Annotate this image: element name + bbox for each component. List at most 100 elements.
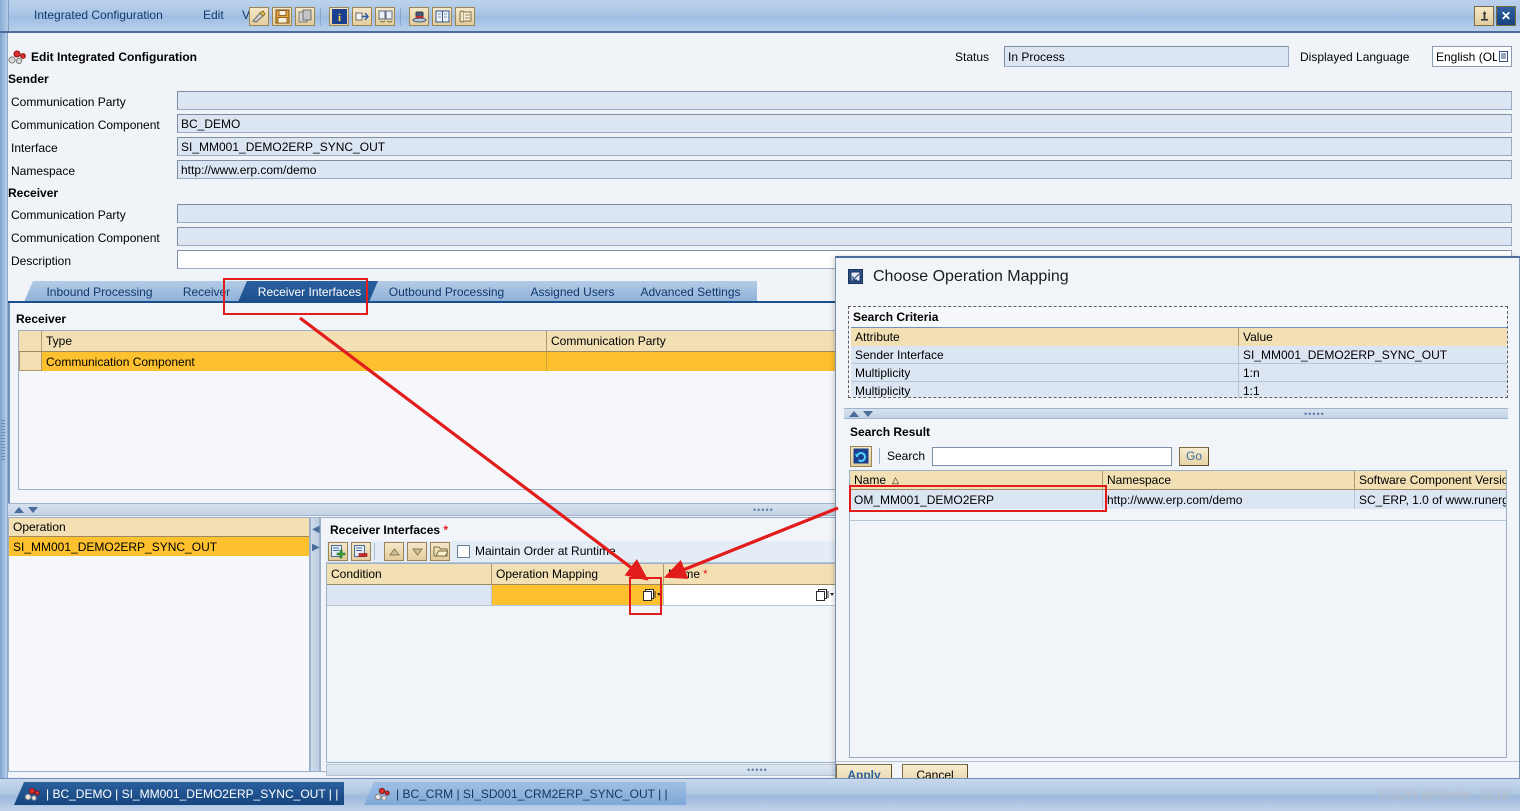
result-header-scv-label: Software Component Version bbox=[1359, 473, 1507, 487]
dialog-splitter-grip[interactable]: ••••• bbox=[1304, 409, 1325, 419]
delete-row-icon[interactable] bbox=[351, 542, 371, 561]
ri-splitter-grip[interactable]: ••••• bbox=[747, 765, 768, 775]
window-side-rail bbox=[0, 33, 8, 778]
maintain-order-checkbox-row[interactable]: Maintain Order at Runtime bbox=[457, 544, 616, 558]
operation-column-header-label: Operation bbox=[13, 520, 66, 534]
splitter-collapse-up-icon[interactable] bbox=[14, 507, 24, 513]
tab-outbound-processing[interactable]: Outbound Processing bbox=[369, 281, 521, 302]
maintain-order-checkbox[interactable] bbox=[457, 544, 470, 558]
wrench-pencil-icon[interactable] bbox=[249, 7, 269, 26]
move-down-icon[interactable] bbox=[407, 542, 427, 561]
pin-icon[interactable] bbox=[1474, 6, 1494, 26]
sender-namespace-field[interactable] bbox=[177, 160, 1512, 179]
save-icon[interactable] bbox=[272, 7, 292, 26]
list-item[interactable]: SI_MM001_DEMO2ERP_SYNC_OUT bbox=[9, 537, 309, 556]
result-cell-namespace[interactable]: http://www.erp.com/demo bbox=[1103, 490, 1355, 509]
ri-header-operation-mapping-label: Operation Mapping bbox=[496, 567, 599, 581]
page-title-label: Edit Integrated Configuration bbox=[31, 49, 197, 64]
search-result-heading: Search Result bbox=[850, 425, 931, 439]
receiver-panel-heading: Receiver bbox=[16, 312, 67, 326]
table-row[interactable]: Sender Interface SI_MM001_DEMO2ERP_SYNC_… bbox=[851, 346, 1507, 364]
sender-communication-component-field[interactable] bbox=[177, 114, 1512, 133]
search-criteria-header-value[interactable]: Value bbox=[1239, 328, 1507, 347]
receiver-grid-header-communication-party-label: Communication Party bbox=[551, 334, 666, 348]
search-criteria-header-attribute[interactable]: Attribute bbox=[851, 328, 1239, 347]
info-icon[interactable]: i bbox=[329, 7, 349, 26]
taskbar: | BC_DEMO | SI_MM001_DEMO2ERP_SYNC_OUT |… bbox=[0, 778, 1520, 811]
compare-icon[interactable] bbox=[375, 7, 395, 26]
search-input[interactable] bbox=[932, 446, 1173, 466]
required-marker: * bbox=[443, 523, 449, 537]
value-help-icon[interactable] bbox=[1497, 50, 1511, 63]
receiver-communication-component-field[interactable] bbox=[177, 227, 1512, 246]
receiver-description-label: Description bbox=[11, 254, 72, 268]
sender-communication-party-field[interactable] bbox=[177, 91, 1512, 110]
sender-namespace-label: Namespace bbox=[11, 164, 76, 178]
sender-communication-component-label: Communication Component bbox=[11, 118, 160, 132]
menu-integrated-configuration[interactable]: Integrated Configuration bbox=[34, 8, 163, 22]
close-icon[interactable]: ✕ bbox=[1496, 6, 1516, 26]
move-up-icon[interactable] bbox=[384, 542, 404, 561]
ri-header-name[interactable]: Name * bbox=[664, 564, 837, 585]
menu-edit[interactable]: Edit bbox=[203, 8, 224, 22]
copy-icon[interactable] bbox=[295, 7, 315, 26]
dialog-splitter-up-icon[interactable] bbox=[849, 411, 859, 417]
value-help-icon[interactable] bbox=[815, 588, 836, 602]
result-cell-scv[interactable]: SC_ERP, 1.0 of www.runergy bbox=[1355, 490, 1507, 509]
criteria-value-1: 1:n bbox=[1239, 364, 1507, 382]
navigate-icon[interactable] bbox=[352, 7, 372, 26]
table-row[interactable]: Multiplicity 1:1 bbox=[851, 382, 1507, 397]
status-field[interactable] bbox=[1004, 46, 1289, 67]
criteria-value-2-label: 1:1 bbox=[1243, 384, 1260, 397]
rail-grip[interactable] bbox=[1, 420, 5, 460]
search-toolbar-separator bbox=[879, 448, 880, 464]
receiver-grid-header-type-label: Type bbox=[46, 334, 73, 348]
tab-assigned-users[interactable]: Assigned Users bbox=[512, 281, 630, 302]
dialog-splitter-down-icon[interactable] bbox=[863, 411, 873, 417]
displayed-language-field[interactable]: English (OL) bbox=[1432, 46, 1512, 67]
ri-cell-name[interactable] bbox=[664, 585, 837, 606]
receiver-grid-header-type[interactable]: Type bbox=[42, 331, 547, 352]
result-header-scv[interactable]: Software Component Version bbox=[1355, 471, 1507, 490]
refresh-icon[interactable] bbox=[850, 445, 872, 467]
taskbar-item-bc-crm[interactable]: | BC_CRM | SI_SD001_CRM2ERP_SYNC_OUT | | bbox=[364, 782, 686, 805]
splitter-collapse-down-icon[interactable] bbox=[28, 507, 38, 513]
ri-cell-condition[interactable] bbox=[327, 585, 492, 606]
molecule-icon bbox=[24, 787, 40, 801]
search-criteria-heading: Search Criteria bbox=[853, 310, 939, 324]
operation-panel: Operation SI_MM001_DEMO2ERP_SYNC_OUT bbox=[8, 517, 310, 772]
add-row-icon[interactable] bbox=[328, 542, 348, 561]
receiver-heading: Receiver bbox=[8, 186, 59, 200]
receiver-grid-header-select[interactable] bbox=[19, 331, 42, 352]
receiver-row-type[interactable]: Communication Component bbox=[42, 352, 547, 371]
go-button[interactable]: Go bbox=[1179, 446, 1210, 466]
ri-header-condition[interactable]: Condition bbox=[327, 564, 492, 585]
dialog-splitter[interactable]: ••••• bbox=[844, 408, 1508, 419]
scroll-icon[interactable] bbox=[455, 7, 475, 26]
splitter-grip[interactable]: ••••• bbox=[753, 505, 774, 515]
criteria-value-2: 1:1 bbox=[1239, 382, 1507, 397]
tab-outbound-processing-label: Outbound Processing bbox=[388, 284, 505, 299]
criteria-value-0: SI_MM001_DEMO2ERP_SYNC_OUT bbox=[1239, 346, 1507, 364]
tab-inbound-processing[interactable]: Inbound Processing bbox=[24, 281, 172, 302]
receiver-communication-party-field[interactable] bbox=[177, 204, 1512, 223]
result-cell-namespace-label: http://www.erp.com/demo bbox=[1107, 492, 1243, 507]
go-button-label: Go bbox=[1186, 449, 1203, 463]
taskbar-item-bc-demo[interactable]: | BC_DEMO | SI_MM001_DEMO2ERP_SYNC_OUT |… bbox=[14, 782, 344, 805]
operation-column-header[interactable]: Operation bbox=[9, 518, 309, 537]
open-folder-icon[interactable] bbox=[430, 542, 450, 561]
result-cell-scv-label: SC_ERP, 1.0 of www.runergy bbox=[1359, 492, 1507, 507]
sender-interface-field[interactable] bbox=[177, 137, 1512, 156]
tab-inbound-processing-label: Inbound Processing bbox=[46, 284, 153, 299]
book-icon[interactable] bbox=[432, 7, 452, 26]
receiver-row-select[interactable] bbox=[19, 352, 42, 371]
svg-text:i: i bbox=[337, 12, 340, 24]
tab-advanced-settings[interactable]: Advanced Settings bbox=[621, 281, 757, 302]
vertical-splitter[interactable]: ◀ ▶ bbox=[310, 517, 320, 772]
hat-icon[interactable] bbox=[409, 7, 429, 26]
table-row[interactable]: Multiplicity 1:n bbox=[851, 364, 1507, 382]
criteria-attribute-0: Sender Interface bbox=[851, 346, 1239, 364]
search-criteria-block: Search Criteria Attribute Value Sender I… bbox=[848, 306, 1508, 398]
result-header-namespace[interactable]: Namespace bbox=[1103, 471, 1355, 490]
ri-toolbar-separator bbox=[374, 543, 375, 560]
